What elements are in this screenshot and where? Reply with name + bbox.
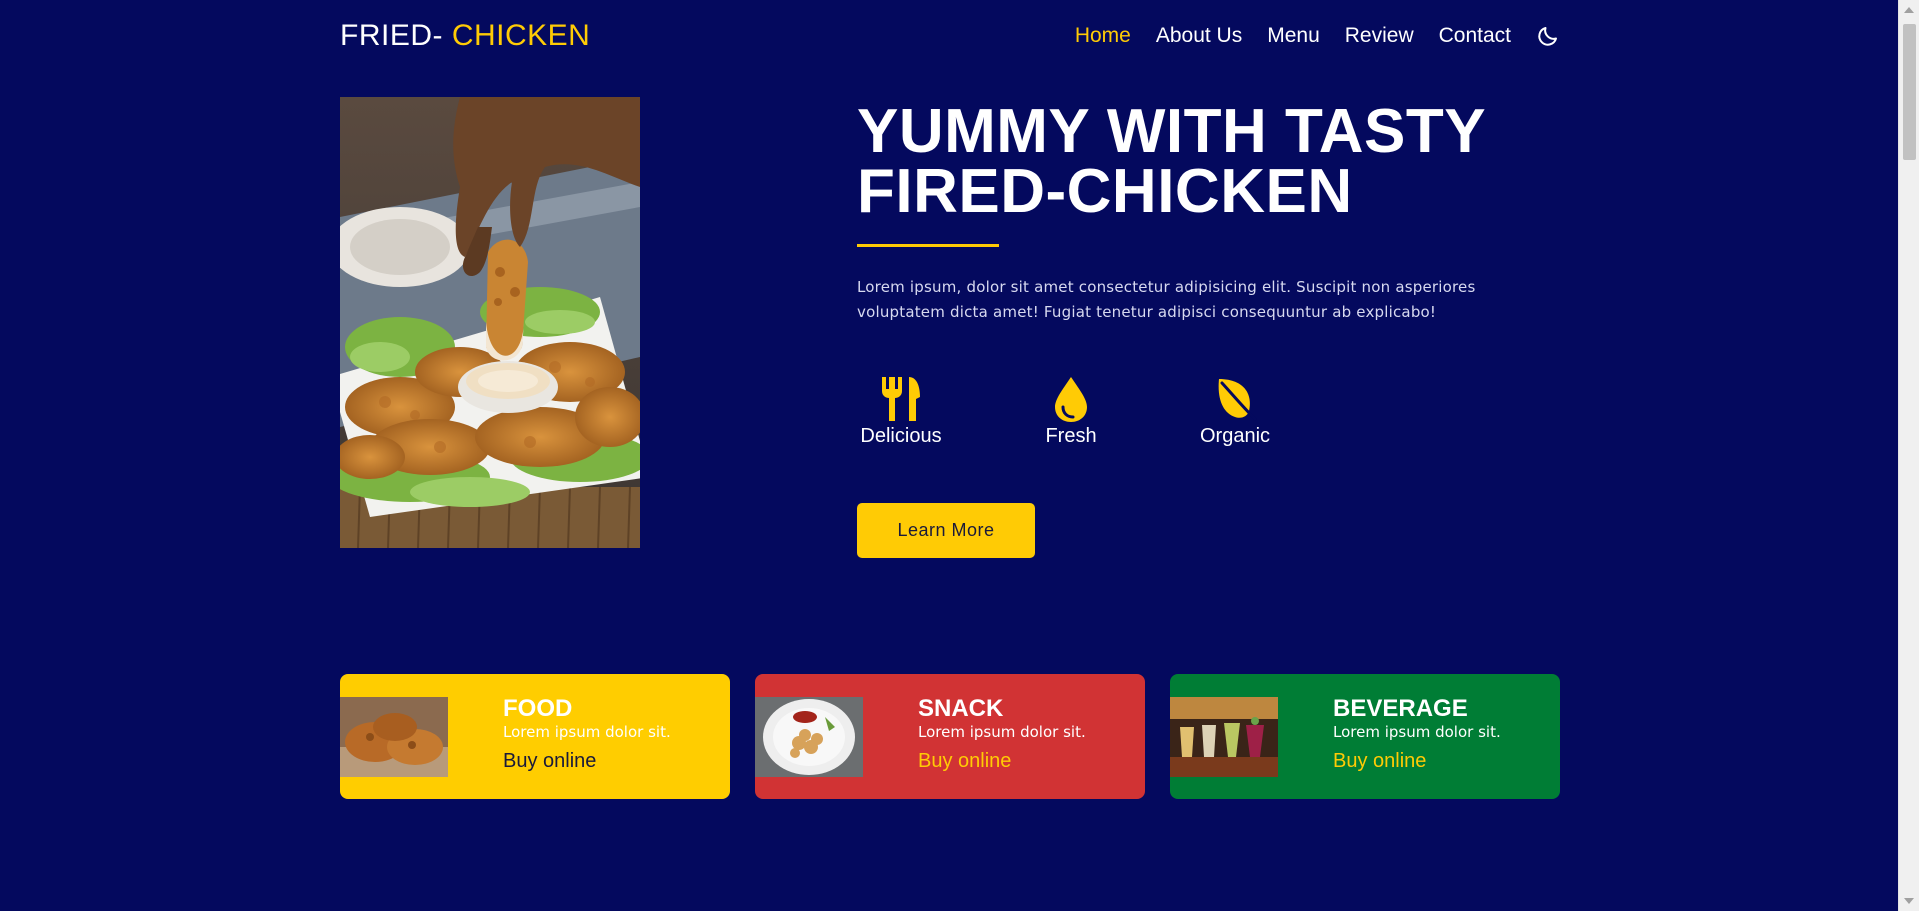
scroll-up-icon[interactable] [1904,7,1914,13]
hero-description: Lorem ipsum, dolor sit amet consectetur … [857,278,1476,321]
site-logo[interactable]: FRIED- CHICKEN [340,19,590,53]
hero-title-line1: YUMMY WITH TASTY [857,97,1487,166]
moon-icon[interactable] [1536,24,1560,48]
main-nav: Home About Us Menu Review Contact [1075,24,1560,48]
snack-buy-online-link[interactable]: Buy online [918,750,1011,773]
nav-contact[interactable]: Contact [1439,24,1511,48]
food-card-subtitle: Lorem ipsum dolor sit. [503,722,671,741]
page-scrollbar[interactable] [1898,0,1919,911]
food-thumbnail [340,696,448,777]
scroll-down-icon[interactable] [1904,898,1914,904]
beverage-buy-online-link[interactable]: Buy online [1333,750,1426,773]
feature-list: Delicious Fresh Organic [857,375,1557,448]
beverage-card-subtitle: Lorem ipsum dolor sit. [1333,722,1501,741]
nav-about-us[interactable]: About Us [1156,24,1242,48]
learn-more-button[interactable]: Learn More [857,503,1035,558]
hero-content: YUMMY WITH TASTY FIRED-CHICKEN Lorem ips… [857,101,1557,558]
food-card-body: FOOD Lorem ipsum dolor sit. Buy online [503,695,671,773]
drop-icon [1049,375,1093,423]
food-buy-online-link[interactable]: Buy online [503,750,596,773]
hero-title: YUMMY WITH TASTY FIRED-CHICKEN [857,101,1557,223]
snack-card-body: SNACK Lorem ipsum dolor sit. Buy online [918,695,1086,773]
beverage-card-title: BEVERAGE [1333,694,1468,722]
scrollbar-thumb[interactable] [1903,24,1916,160]
nav-menu[interactable]: Menu [1267,24,1320,48]
category-card-food[interactable]: FOOD Lorem ipsum dolor sit. Buy online [340,674,730,799]
leaf-icon [1213,375,1257,423]
utensils-icon [879,375,923,423]
beverage-thumbnail [1170,696,1278,777]
logo-accent: CHICKEN [451,19,591,52]
snack-card-subtitle: Lorem ipsum dolor sit. [918,722,1086,741]
logo-main: FRIED- [340,19,452,52]
site-header: FRIED- CHICKEN Home About Us Menu Review… [340,14,1560,58]
feature-label-organic: Organic [1199,425,1271,447]
category-cards: FOOD Lorem ipsum dolor sit. Buy online S… [340,674,1560,799]
hero-food-image [340,97,640,548]
feature-organic: Organic [1197,375,1273,448]
nav-review[interactable]: Review [1345,24,1414,48]
beverage-card-body: BEVERAGE Lorem ipsum dolor sit. Buy onli… [1333,695,1501,773]
category-card-snack[interactable]: SNACK Lorem ipsum dolor sit. Buy online [755,674,1145,799]
feature-fresh: Fresh [1045,375,1097,448]
feature-label-fresh: Fresh [1045,425,1097,447]
hero-title-line2: FIRED-CHICKEN [857,157,1353,226]
snack-thumbnail [755,696,863,777]
page: FRIED- CHICKEN Home About Us Menu Review… [0,0,1919,911]
feature-label-delicious: Delicious [860,425,942,447]
nav-home[interactable]: Home [1075,24,1131,48]
category-card-beverage[interactable]: BEVERAGE Lorem ipsum dolor sit. Buy onli… [1170,674,1560,799]
snack-card-title: SNACK [918,694,1004,722]
food-card-title: FOOD [503,694,573,722]
feature-delicious: Delicious [857,375,945,448]
title-underline [857,244,999,247]
